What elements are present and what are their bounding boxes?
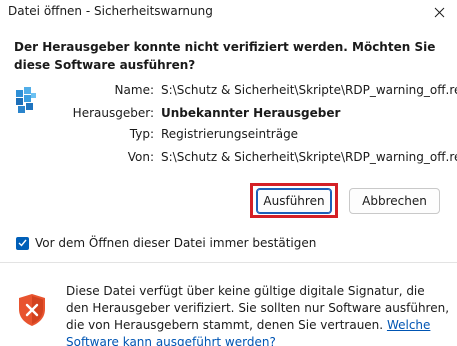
info-row-name: Name: S:\Schutz & Sicherheit\Skripte\RDP… [0,81,457,99]
always-confirm-label: Vor dem Öffnen dieser Datei immer bestät… [35,236,317,250]
run-button[interactable]: Ausführen [256,188,332,214]
name-value: S:\Schutz & Sicherheit\Skripte\RDP_warni… [161,83,457,97]
publisher-label: Herausgeber: [72,106,154,120]
type-value: Registrierungseinträge [161,127,299,141]
info-row-from: Von: S:\Schutz & Sicherheit\Skripte\RDP_… [0,148,457,166]
info-row-type: Typ: Registrierungseinträge [0,125,457,143]
window-title: Datei öffnen - Sicherheitswarnung [8,4,213,18]
info-row-publisher: Herausgeber: Unbekannter Herausgeber [0,104,457,122]
type-label: Typ: [129,127,154,141]
name-label: Name: [114,83,154,97]
dialog-heading: Der Herausgeber konnte nicht verifiziert… [14,40,436,72]
cancel-button[interactable]: Abbrechen [349,188,440,214]
publisher-value: Unbekannter Herausgeber [161,106,341,120]
always-confirm-checkbox[interactable] [16,236,29,250]
close-button[interactable] [421,0,457,24]
checkmark-icon [18,239,27,247]
warning-shield-icon [19,294,45,326]
title-bar: Datei öffnen - Sicherheitswarnung [0,0,457,24]
close-icon [434,7,444,17]
from-label: Von: [127,150,154,164]
always-confirm-checkbox-row[interactable]: Vor dem Öffnen dieser Datei immer bestät… [16,234,316,252]
footer-message: Diese Datei verfügt über keine gültige d… [66,283,450,346]
from-value: S:\Schutz & Sicherheit\Skripte\RDP_warni… [161,150,457,164]
